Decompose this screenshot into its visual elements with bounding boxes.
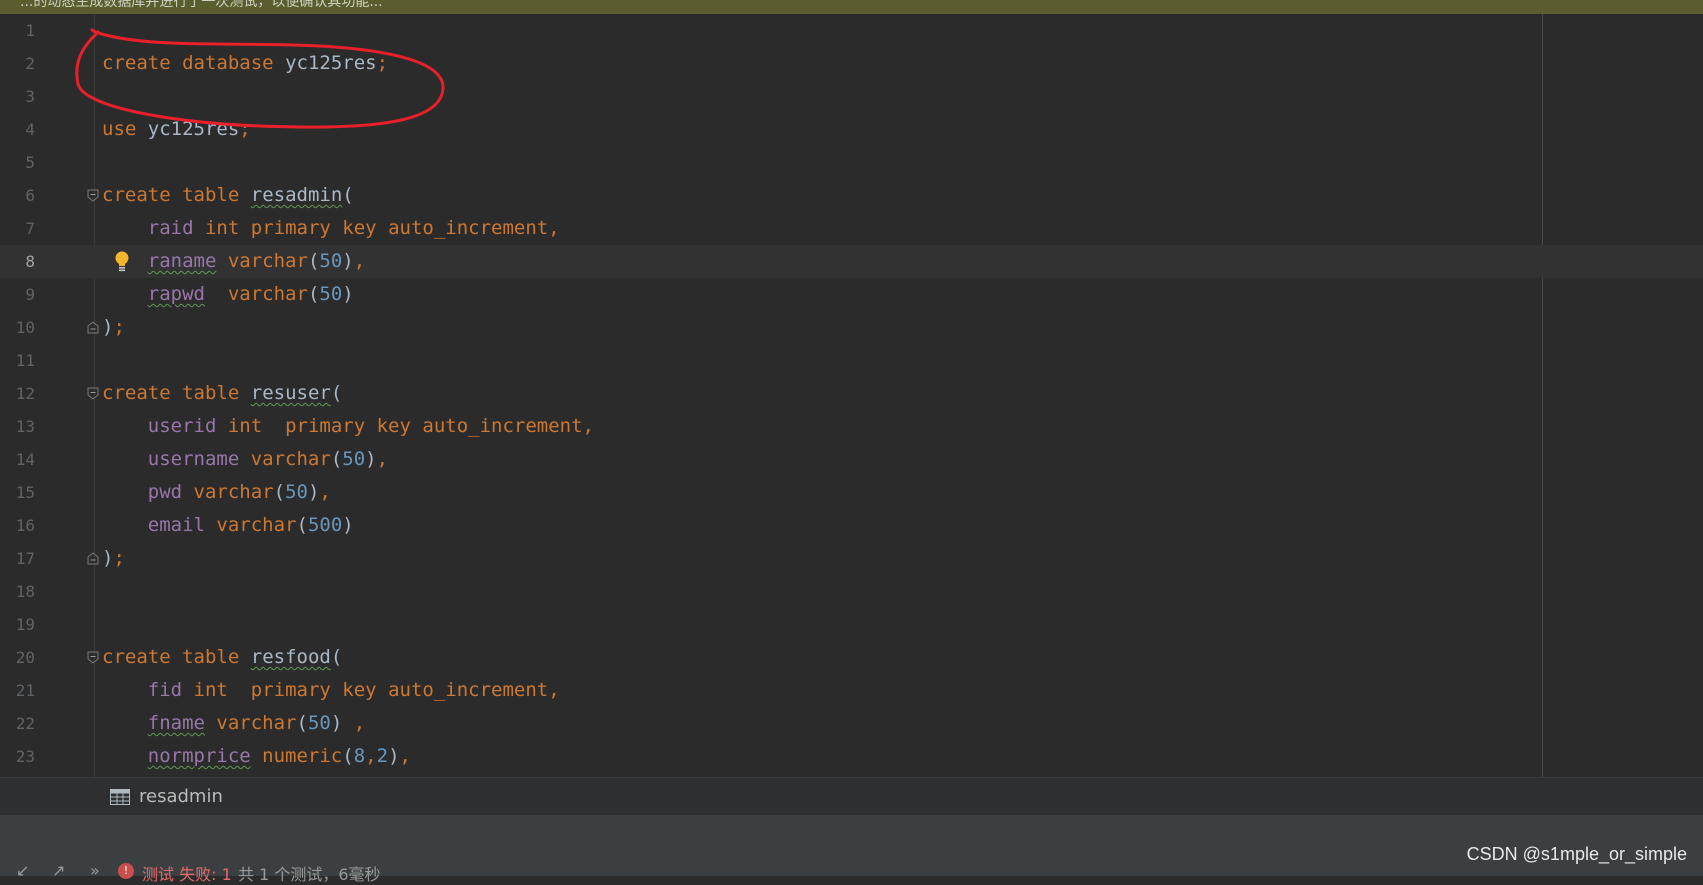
fold-end-icon[interactable] [87, 321, 99, 334]
code-line[interactable]: 6 create table resadmin( [0, 179, 1703, 212]
table-icon [110, 789, 130, 805]
banner-text: ...的动态生成数据库并进行了一次测试，以便确认其功能... [20, 0, 383, 10]
line-number: 9 [25, 285, 35, 304]
code-text: create table resadmin( [102, 184, 354, 206]
code-editor[interactable]: 1 2 create database yc125res; 3 4 use yc… [0, 14, 1703, 777]
line-number: 12 [15, 384, 35, 403]
export-icon[interactable]: ↗ [52, 861, 65, 880]
code-line[interactable]: 5 [0, 146, 1703, 179]
code-line[interactable]: 12 create table resuser( [0, 377, 1703, 410]
line-number: 20 [15, 648, 35, 667]
line-number: 18 [15, 582, 35, 601]
code-line[interactable]: 23 normprice numeric(8,2), [0, 740, 1703, 773]
code-text: username varchar(50), [147, 448, 389, 470]
code-line[interactable]: 19 [0, 608, 1703, 641]
fold-start-icon[interactable] [87, 189, 99, 202]
code-text: fname varchar(50) , [147, 712, 366, 734]
code-line[interactable]: 9 rapwd varchar(50) [0, 278, 1703, 311]
code-text: userid int primary key auto_increment, [147, 415, 594, 437]
code-line[interactable]: 21 fid int primary key auto_increment, [0, 674, 1703, 707]
line-number: 23 [15, 747, 35, 766]
csdn-watermark: CSDN @s1mple_or_simple [1466, 844, 1687, 864]
code-text: raid int primary key auto_increment, [147, 217, 560, 239]
code-line[interactable]: 14 username varchar(50), [0, 443, 1703, 476]
code-line[interactable]: 16 email varchar(500) [0, 509, 1703, 542]
code-line[interactable]: 17 ); [0, 542, 1703, 575]
line-number: 17 [15, 549, 35, 568]
code-line[interactable]: 13 userid int primary key auto_increment… [0, 410, 1703, 443]
code-text: fid int primary key auto_increment, [147, 679, 560, 701]
line-number: 16 [15, 516, 35, 535]
line-number: 15 [15, 483, 35, 502]
code-text: create table resfood( [102, 646, 343, 668]
top-notification-banner: ...的动态生成数据库并进行了一次测试，以便确认其功能... [0, 0, 1703, 14]
structure-breadcrumb-bar: resadmin [0, 777, 1703, 816]
line-number: 19 [15, 615, 35, 634]
code-text: ); [102, 316, 125, 338]
line-number: 1 [25, 21, 35, 40]
fold-start-icon[interactable] [87, 387, 99, 400]
code-text: pwd varchar(50), [147, 481, 331, 503]
red-annotation-circle [75, 28, 445, 129]
fold-end-icon[interactable] [87, 552, 99, 565]
line-number: 11 [15, 351, 35, 370]
line-number: 5 [25, 153, 35, 172]
line-number: 22 [15, 714, 35, 733]
code-line[interactable]: 15 pwd varchar(50), [0, 476, 1703, 509]
code-line[interactable]: 18 [0, 575, 1703, 608]
code-text: normprice numeric(8,2), [147, 745, 411, 767]
code-text: raname varchar(50), [147, 250, 366, 272]
line-number: 13 [15, 417, 35, 436]
error-icon: ! [118, 863, 134, 879]
code-line[interactable]: 22 fname varchar(50) , [0, 707, 1703, 740]
line-number: 2 [25, 54, 35, 73]
test-summary-text: 共 1 个测试，6毫秒 [238, 865, 381, 884]
line-number: 7 [25, 219, 35, 238]
line-number: 6 [25, 186, 35, 205]
bottom-tool-area: ↙ ↗ » ! 测试 失败: 1 共 1 个测试，6毫秒 [0, 815, 1703, 884]
fold-start-icon[interactable] [87, 651, 99, 664]
breadcrumb-table-label[interactable]: resadmin [139, 786, 223, 807]
test-status-bar: ↙ ↗ » ! 测试 失败: 1 共 1 个测试，6毫秒 [0, 861, 1703, 884]
line-number: 8 [25, 252, 35, 271]
line-number: 21 [15, 681, 35, 700]
code-line[interactable]: 7 raid int primary key auto_increment, [0, 212, 1703, 245]
code-line[interactable]: 11 [0, 344, 1703, 377]
code-line[interactable]: 10 ); [0, 311, 1703, 344]
line-number: 3 [25, 87, 35, 106]
more-chevron-icon[interactable]: » [90, 861, 100, 880]
code-line[interactable]: 20 create table resfood( [0, 641, 1703, 674]
code-text: rapwd varchar(50) [147, 283, 354, 305]
code-line-current[interactable]: 8 raname varchar(50), [0, 245, 1703, 278]
code-text: email varchar(500) [147, 514, 354, 536]
collapse-icon[interactable]: ↙ [16, 861, 29, 880]
code-text: ); [102, 547, 125, 569]
line-number: 10 [15, 318, 35, 337]
code-text: create table resuser( [102, 382, 343, 404]
line-number: 4 [25, 120, 35, 139]
line-number: 14 [15, 450, 35, 469]
test-fail-text: 测试 失败: 1 [142, 865, 232, 884]
